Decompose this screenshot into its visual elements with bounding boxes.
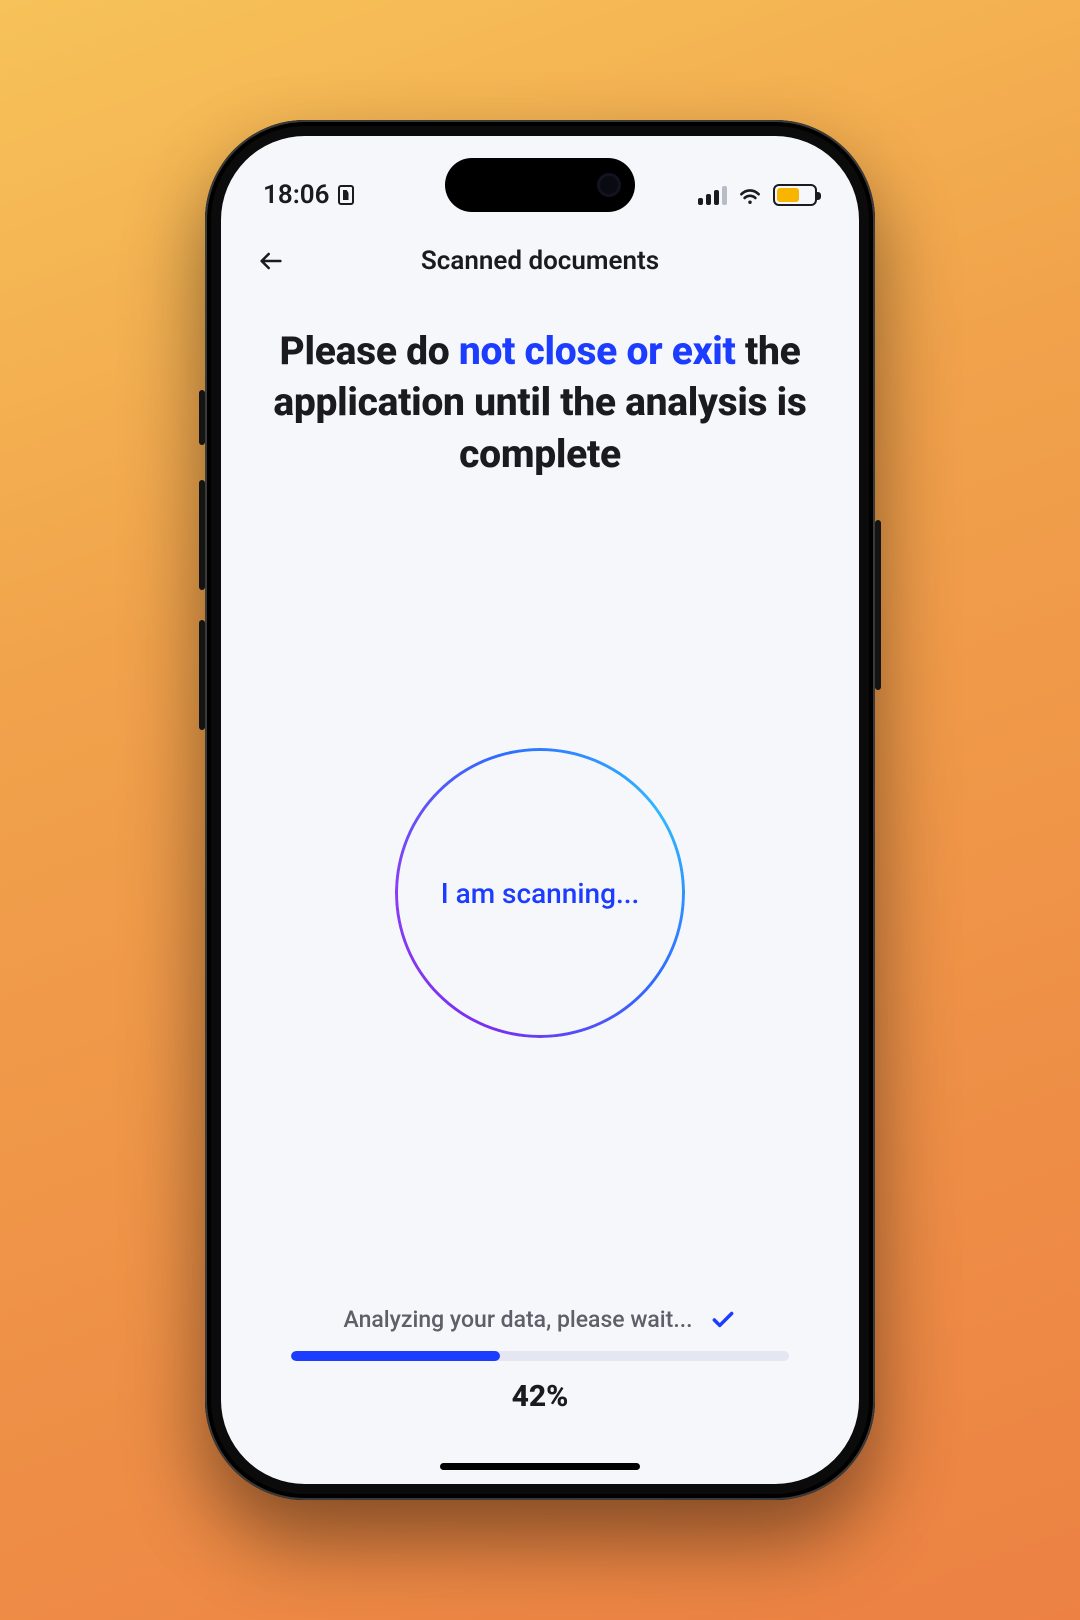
battery-icon (773, 184, 817, 206)
nav-bar: Scanned documents (221, 226, 859, 296)
scan-label: I am scanning... (441, 877, 640, 910)
silent-switch (199, 390, 205, 445)
progress-status-text: Analyzing your data, please wait... (344, 1306, 693, 1333)
progress-status-row: Analyzing your data, please wait... (291, 1306, 789, 1333)
status-time: 18:06 (263, 180, 330, 210)
scan-indicator: I am scanning... (395, 748, 685, 1038)
headline-highlight: not close or exit (459, 328, 736, 374)
progress-bar-fill (291, 1351, 500, 1361)
back-button[interactable] (251, 241, 291, 281)
screen: 18:06 Scanned documents (221, 136, 859, 1484)
progress-area: Analyzing your data, please wait... 42% (221, 1306, 859, 1484)
warning-headline: Please do not close or exit the applicat… (221, 296, 859, 480)
phone-frame: 18:06 Scanned documents (205, 120, 875, 1500)
page-title: Scanned documents (421, 246, 659, 276)
arrow-left-icon (257, 247, 285, 275)
wifi-icon (737, 185, 763, 205)
progress-bar (291, 1351, 789, 1361)
volume-down-button (199, 620, 205, 730)
status-left: 18:06 (263, 180, 354, 210)
scan-area: I am scanning... (221, 480, 859, 1306)
headline-part1: Please do (280, 328, 459, 374)
cellular-signal-icon (698, 185, 727, 205)
volume-up-button (199, 480, 205, 590)
status-bar: 18:06 (221, 136, 859, 226)
sim-icon (338, 185, 354, 205)
check-icon (710, 1307, 736, 1333)
power-button (875, 520, 881, 690)
status-right (698, 184, 817, 206)
battery-fill (777, 188, 799, 202)
home-indicator[interactable] (440, 1463, 640, 1470)
progress-percent: 42% (291, 1379, 789, 1414)
